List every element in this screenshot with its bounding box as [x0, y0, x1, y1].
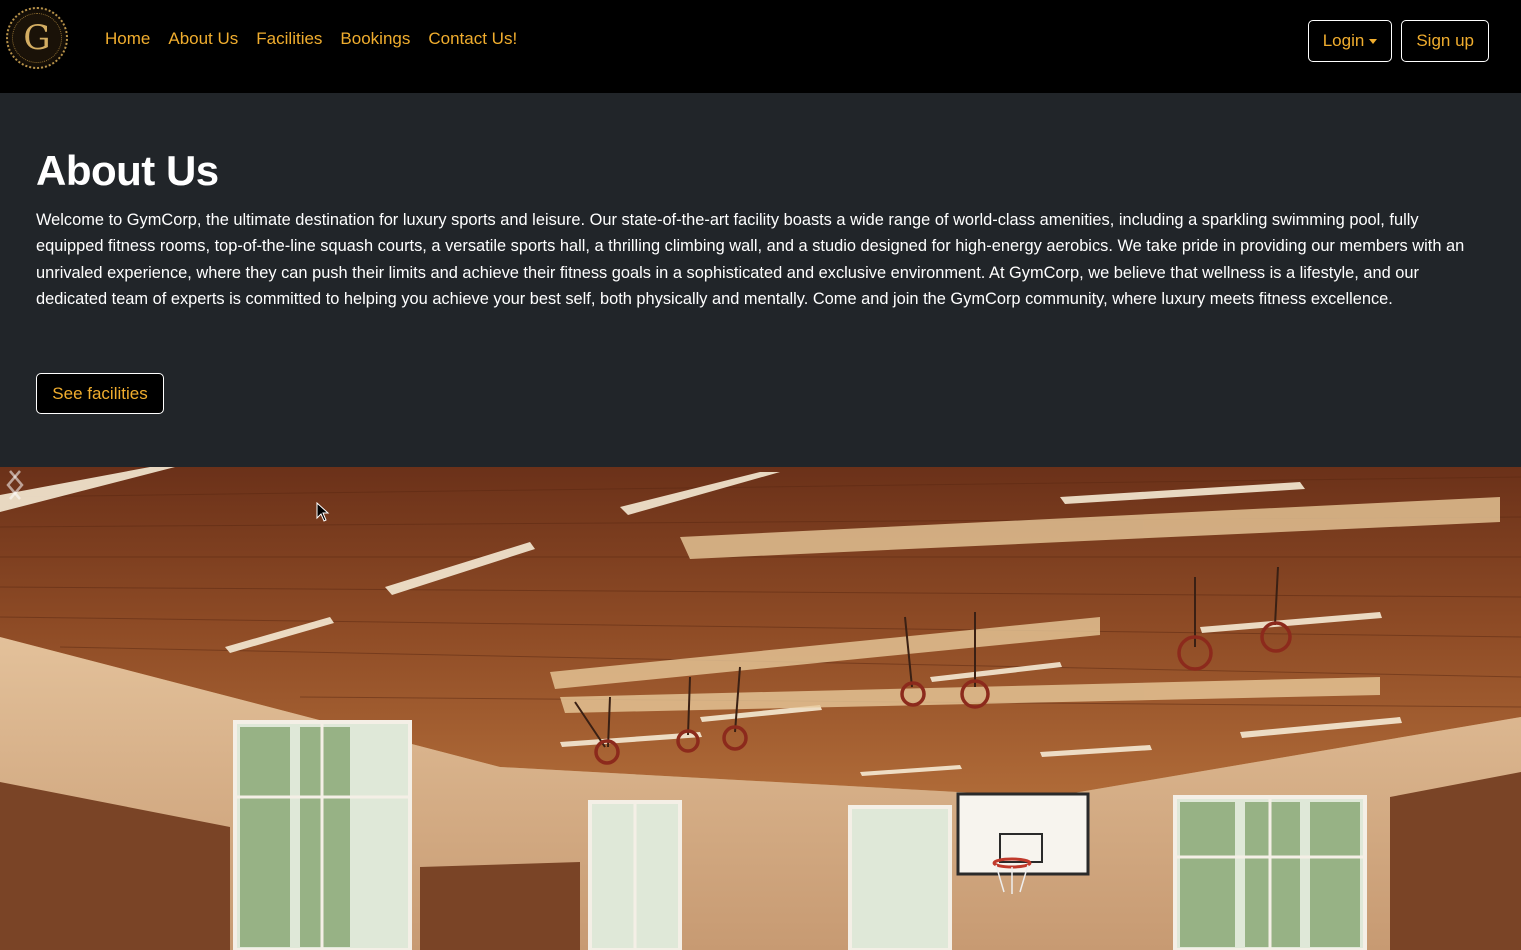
signup-button[interactable]: Sign up	[1401, 20, 1489, 62]
mouse-cursor-icon	[316, 502, 330, 522]
chevron-right-icon[interactable]	[0, 467, 30, 503]
nav-auth-buttons: Login Sign up	[1307, 20, 1489, 62]
nav-link-bookings[interactable]: Bookings	[331, 28, 419, 50]
see-facilities-button[interactable]: See facilities	[36, 373, 164, 414]
about-section: About Us Welcome to GymCorp, the ultimat…	[0, 93, 1521, 467]
nav-link-about-us[interactable]: About Us	[159, 28, 247, 50]
sports-hall-image	[0, 467, 1521, 950]
hero-carousel	[0, 467, 1521, 950]
login-dropdown-button[interactable]: Login	[1307, 20, 1393, 62]
nav-link-home[interactable]: Home	[96, 28, 159, 50]
page-title: About Us	[36, 147, 219, 194]
nav-link-facilities[interactable]: Facilities	[247, 28, 331, 50]
nav-link-contact-us[interactable]: Contact Us!	[419, 28, 526, 50]
login-label: Login	[1322, 31, 1365, 50]
nav-links: Home About Us Facilities Bookings Contac…	[96, 28, 526, 50]
navbar: G Home About Us Facilities Bookings Cont…	[0, 0, 1521, 93]
about-description: Welcome to GymCorp, the ultimate destina…	[36, 211, 1465, 308]
logo-letter: G	[23, 18, 51, 58]
caret-down-icon	[1369, 38, 1378, 44]
gymcorp-logo[interactable]: G	[6, 7, 68, 69]
